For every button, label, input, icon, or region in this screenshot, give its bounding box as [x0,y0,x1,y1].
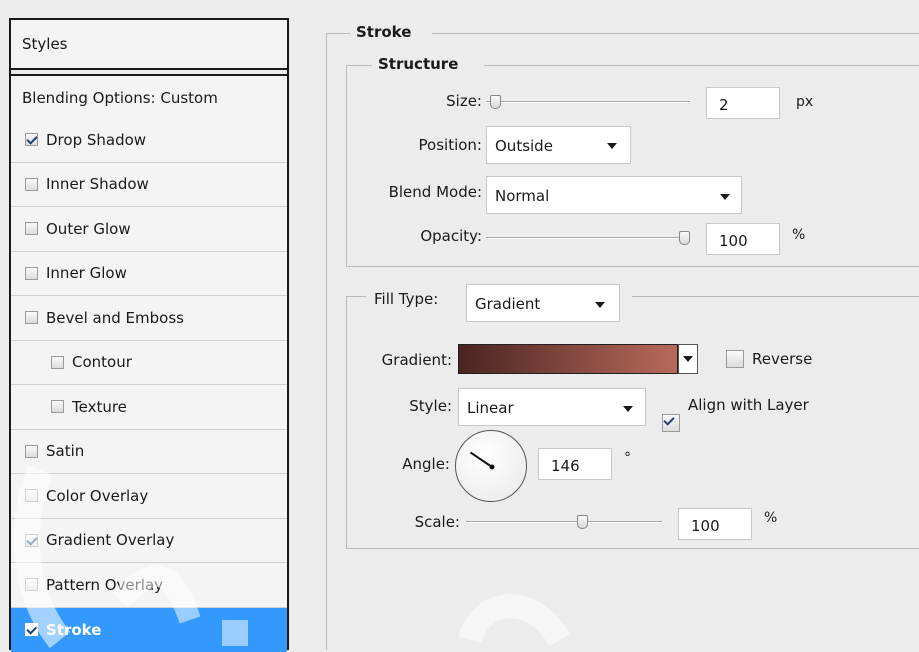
style-select-value: Linear [467,399,514,417]
reverse-label: Reverse [752,350,812,368]
size-unit: px [796,94,813,110]
gradient-label: Gradient: [350,351,452,369]
scale-input[interactable]: 100 [678,508,752,540]
effect-label: Bevel and Emboss [46,309,184,327]
effect-label: Texture [72,398,127,416]
effect-item-pattern-overlay[interactable]: Pattern Overlay [11,563,287,608]
blending-options-item[interactable]: Blending Options: Custom [11,74,287,120]
fill-frame-line [346,296,347,548]
effect-checkbox[interactable] [25,445,38,458]
angle-input[interactable]: 146 [538,448,612,480]
stroke-frame-line [326,33,327,650]
fill-frame-line [346,548,919,549]
fill-frame-line [346,296,366,297]
opacity-label: Opacity: [380,227,482,245]
effect-label: Inner Shadow [46,175,149,193]
gradient-swatch[interactable] [458,344,678,374]
chevron-down-icon [623,406,633,412]
effect-label: Pattern Overlay [46,576,163,594]
effect-label: Gradient Overlay [46,531,174,549]
style-label: Style: [370,397,452,415]
effect-checkbox[interactable] [25,178,38,191]
chevron-down-icon [595,302,605,308]
effect-item-contour[interactable]: Contour [11,341,287,386]
effect-label: Color Overlay [46,487,148,505]
fill-type-select[interactable]: Gradient [466,284,620,322]
blend-mode-label: Blend Mode: [350,183,482,201]
scale-slider-track[interactable] [466,521,662,523]
stroke-title: Stroke [356,23,411,41]
gradient-picker-button[interactable] [678,344,698,374]
blend-mode-select[interactable]: Normal [486,176,742,214]
size-input[interactable]: 2 [706,87,780,119]
effect-checkbox[interactable] [25,534,38,547]
chevron-down-icon [720,194,730,200]
effect-item-outer-glow[interactable]: Outer Glow [11,207,287,252]
chevron-down-icon [683,356,693,362]
effects-list: Drop Shadow Inner Shadow Outer Glow Inner G… [11,118,287,652]
structure-frame-line [346,65,347,266]
opacity-unit: % [792,227,805,243]
effect-checkbox[interactable] [51,400,64,413]
stroke-frame-line [432,33,919,34]
position-label: Position: [370,136,482,154]
structure-frame-line [484,65,919,66]
align-with-layer-label: Align with Layer [688,396,809,414]
effect-checkbox[interactable] [25,578,38,591]
effect-label: Inner Glow [46,264,127,282]
scale-unit: % [764,510,777,526]
blending-options-label: Blending Options: Custom [22,89,218,107]
effect-label: Drop Shadow [46,131,146,149]
structure-title: Structure [378,55,458,73]
effect-item-color-overlay[interactable]: Color Overlay [11,474,287,519]
angle-dial[interactable] [455,430,527,502]
effect-label: Satin [46,442,84,460]
position-select[interactable]: Outside [486,126,631,164]
effect-checkbox[interactable] [25,133,38,146]
effect-checkbox[interactable] [25,623,38,636]
scale-label: Scale: [370,513,460,531]
effect-item-gradient-overlay[interactable]: Gradient Overlay [11,519,287,564]
size-label: Size: [400,92,482,110]
fill-type-label: Fill Type: [374,290,438,308]
effect-checkbox[interactable] [25,222,38,235]
angle-unit: ° [624,450,631,466]
effect-item-bevel-and-emboss[interactable]: Bevel and Emboss [11,296,287,341]
effect-checkbox[interactable] [51,356,64,369]
effect-item-drop-shadow[interactable]: Drop Shadow [11,118,287,163]
effect-label: Outer Glow [46,220,131,238]
size-slider-track[interactable] [486,101,690,103]
stroke-frame-line [326,33,350,34]
styles-list: Styles Blending Options: Custom Drop Sha… [9,18,289,650]
styles-header-label: Styles [22,35,68,53]
effect-item-texture[interactable]: Texture [11,385,287,430]
blend-mode-select-value: Normal [495,187,549,205]
style-select[interactable]: Linear [458,388,646,426]
scale-slider-thumb[interactable] [577,515,588,529]
effect-checkbox[interactable] [25,311,38,324]
fill-frame-line [632,296,919,297]
effect-item-inner-glow[interactable]: Inner Glow [11,252,287,297]
fill-type-select-value: Gradient [475,295,540,313]
structure-frame-line [346,266,919,267]
effect-label: Contour [72,353,132,371]
angle-label: Angle: [370,455,450,473]
opacity-input[interactable]: 100 [706,223,780,255]
effect-checkbox[interactable] [25,489,38,502]
reverse-checkbox[interactable] [726,350,744,368]
opacity-slider-thumb[interactable] [679,231,690,245]
styles-header[interactable]: Styles [11,20,287,70]
chevron-down-icon [607,143,617,149]
effect-item-inner-shadow[interactable]: Inner Shadow [11,163,287,208]
effect-label: Stroke [46,621,101,639]
opacity-slider-track[interactable] [486,237,690,239]
align-with-layer-checkbox[interactable] [662,414,680,432]
effect-item-stroke[interactable]: Stroke [11,608,287,652]
angle-indicator-icon [456,431,528,503]
size-slider-thumb[interactable] [490,95,501,109]
structure-frame-line [346,65,372,66]
effect-item-satin[interactable]: Satin [11,430,287,475]
position-select-value: Outside [495,137,553,155]
effect-checkbox[interactable] [25,267,38,280]
